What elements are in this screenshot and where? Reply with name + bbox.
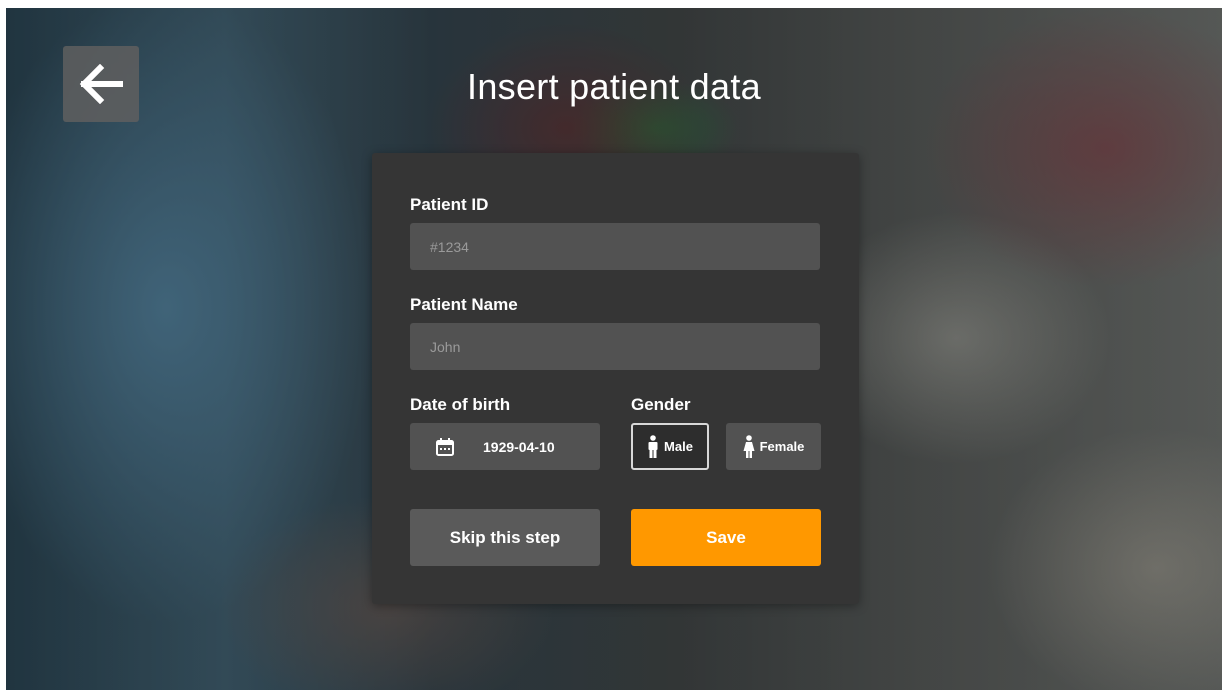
patient-form-card: Patient ID Patient Name Date of birth 19…: [372, 153, 859, 604]
date-of-birth-value: 1929-04-10: [483, 438, 555, 455]
gender-male-label: Male: [664, 439, 693, 454]
save-button[interactable]: Save: [631, 509, 821, 566]
patient-name-label: Patient Name: [410, 295, 518, 314]
gender-female-button[interactable]: Female: [726, 423, 821, 470]
patient-id-input[interactable]: [410, 223, 820, 270]
app-screen: Insert patient data Patient ID Patient N…: [6, 8, 1222, 690]
patient-name-input[interactable]: [410, 323, 820, 370]
calendar-icon: [436, 437, 454, 456]
date-of-birth-picker[interactable]: 1929-04-10: [410, 423, 600, 470]
male-icon: [648, 434, 658, 458]
page-title: Insert patient data: [467, 66, 761, 107]
skip-step-button[interactable]: Skip this step: [410, 509, 600, 566]
date-of-birth-label: Date of birth: [410, 395, 511, 414]
gender-label: Gender: [631, 395, 691, 414]
gender-male-button[interactable]: Male: [631, 423, 709, 470]
gender-female-label: Female: [759, 439, 805, 454]
patient-id-label: Patient ID: [410, 195, 489, 214]
female-icon: [743, 434, 755, 458]
